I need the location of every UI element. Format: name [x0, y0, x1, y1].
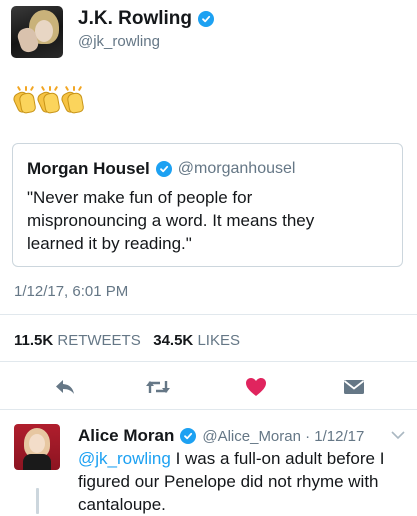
- likes-label: LIKES: [197, 332, 240, 349]
- mention-link[interactable]: @jk_rowling: [78, 449, 171, 468]
- reply-icon: [56, 380, 74, 394]
- reply-button[interactable]: [52, 374, 78, 400]
- retweet-button[interactable]: [145, 374, 171, 400]
- verified-badge-icon: [155, 161, 172, 177]
- tweet-body: [11, 85, 85, 115]
- heart-icon: [246, 378, 266, 396]
- clapping-hands-icon: [59, 85, 85, 115]
- divider: [0, 361, 417, 362]
- retweets-label: RETWEETS: [57, 332, 141, 349]
- likes-stat[interactable]: 34.5K LIKES: [153, 332, 240, 349]
- tweet-timestamp[interactable]: 1/12/17, 6:01 PM: [14, 283, 128, 300]
- quoted-tweet-card[interactable]: Morgan Housel @morganhousel "Never make …: [12, 143, 403, 267]
- avatar[interactable]: [11, 6, 63, 58]
- reply-author-row: Alice Moran @Alice_Moran · 1/12/17: [78, 426, 364, 446]
- envelope-icon: [343, 380, 365, 394]
- clapping-hands-icon: [11, 85, 37, 115]
- retweet-icon: [146, 381, 170, 393]
- clapping-hands-icon: [35, 85, 61, 115]
- author-handle[interactable]: @jk_rowling: [78, 33, 160, 50]
- tweet-actions-bar: [0, 372, 417, 402]
- reply-text: @jk_rowling I was a full-on adult before…: [78, 447, 398, 516]
- retweets-count: 11.5K: [14, 332, 54, 349]
- avatar[interactable]: [14, 424, 60, 470]
- divider: [0, 314, 417, 315]
- retweets-stat[interactable]: 11.5K RETWEETS: [14, 332, 141, 349]
- chevron-down-icon[interactable]: [391, 430, 405, 440]
- likes-count: 34.5K: [153, 332, 194, 349]
- quoted-author-handle: @morganhousel: [177, 160, 296, 177]
- quoted-author-row: Morgan Housel @morganhousel: [27, 159, 295, 179]
- reply-author-handle[interactable]: @Alice_Moran · 1/12/17: [202, 428, 364, 445]
- quoted-author-name: Morgan Housel: [27, 159, 150, 178]
- reply-author-name[interactable]: Alice Moran: [78, 426, 174, 446]
- direct-message-button[interactable]: [341, 374, 367, 400]
- quoted-tweet-text: "Never make fun of people for mispronoun…: [27, 188, 315, 253]
- thread-connector-line: [36, 488, 39, 514]
- verified-badge-icon: [198, 11, 214, 27]
- divider: [0, 409, 417, 410]
- like-button[interactable]: [243, 374, 269, 400]
- author-name[interactable]: J.K. Rowling: [78, 8, 192, 30]
- engagement-stats: 11.5K RETWEETS 34.5K LIKES: [14, 332, 240, 349]
- verified-badge-icon: [180, 428, 197, 444]
- author-name-row[interactable]: J.K. Rowling: [78, 8, 214, 30]
